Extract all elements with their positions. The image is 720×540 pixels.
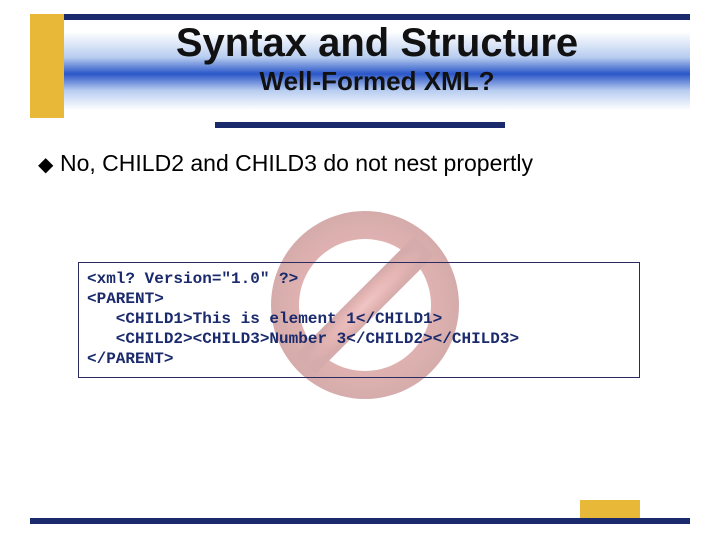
title-block: Syntax and Structure Well-Formed XML?: [64, 20, 690, 118]
slide: Syntax and Structure Well-Formed XML? ◆N…: [0, 0, 720, 540]
code-example-box: <xml? Version="1.0" ?> <PARENT> <CHILD1>…: [78, 262, 640, 378]
title-side-gold-bar: [30, 14, 64, 118]
slide-subtitle: Well-Formed XML?: [64, 66, 690, 97]
code-line: <CHILD2><CHILD3>Number 3</CHILD2></CHILD…: [87, 330, 519, 348]
title-text-wrap: Syntax and Structure Well-Formed XML?: [64, 22, 690, 97]
code-line: </PARENT>: [87, 350, 173, 368]
slide-title: Syntax and Structure: [64, 22, 690, 64]
bullet-line: ◆No, CHILD2 and CHILD3 do not nest prope…: [38, 150, 680, 177]
subtitle-underline: [215, 122, 505, 128]
code-line: <CHILD1>This is element 1</CHILD1>: [87, 310, 442, 328]
bottom-rule: [30, 518, 690, 524]
code-line: <PARENT>: [87, 290, 164, 308]
bullet-icon: ◆: [38, 152, 60, 177]
bullet-text: No, CHILD2 and CHILD3 do not nest proper…: [60, 150, 533, 176]
code-line: <xml? Version="1.0" ?>: [87, 270, 298, 288]
